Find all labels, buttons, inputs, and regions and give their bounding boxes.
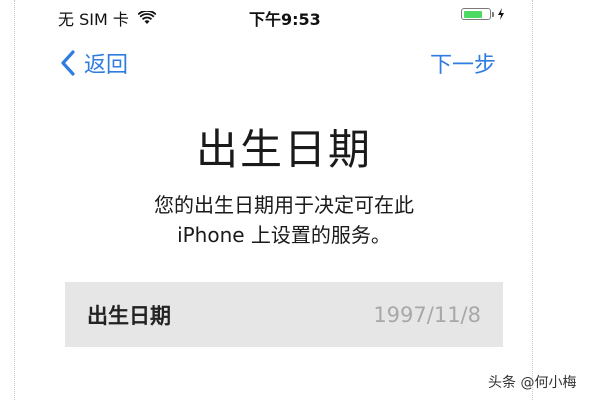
birthdate-value: 1997/11/8	[373, 302, 481, 327]
wifi-icon	[137, 11, 156, 24]
birthdate-label: 出生日期	[87, 303, 171, 328]
status-time: 下午9:53	[249, 10, 321, 29]
back-button-label: 返回	[84, 53, 129, 78]
battery-tip	[492, 11, 494, 17]
status-bar: 无 SIM 卡 下午9:53	[0, 0, 600, 34]
back-button[interactable]: 返回	[60, 47, 128, 79]
battery-icon	[461, 8, 491, 20]
battery-indicator	[461, 8, 505, 20]
description-line-1: 您的出生日期用于决定可在此	[154, 193, 414, 217]
page-description: 您的出生日期用于决定可在此 iPhone 上设置的服务。	[0, 190, 568, 250]
battery-fill	[463, 10, 482, 18]
carrier-label: 无 SIM 卡	[58, 10, 129, 29]
next-button[interactable]: 下一步	[430, 47, 496, 79]
watermark: 头条 @何小梅	[488, 375, 577, 391]
description-line-2: iPhone 上设置的服务。	[177, 223, 391, 247]
charging-bolt-icon	[498, 8, 504, 20]
birthdate-row[interactable]: 出生日期 1997/11/8	[65, 282, 503, 347]
chevron-left-icon	[61, 50, 75, 76]
page-title: 出生日期	[195, 125, 372, 174]
carrier-status: 无 SIM 卡	[58, 6, 156, 30]
